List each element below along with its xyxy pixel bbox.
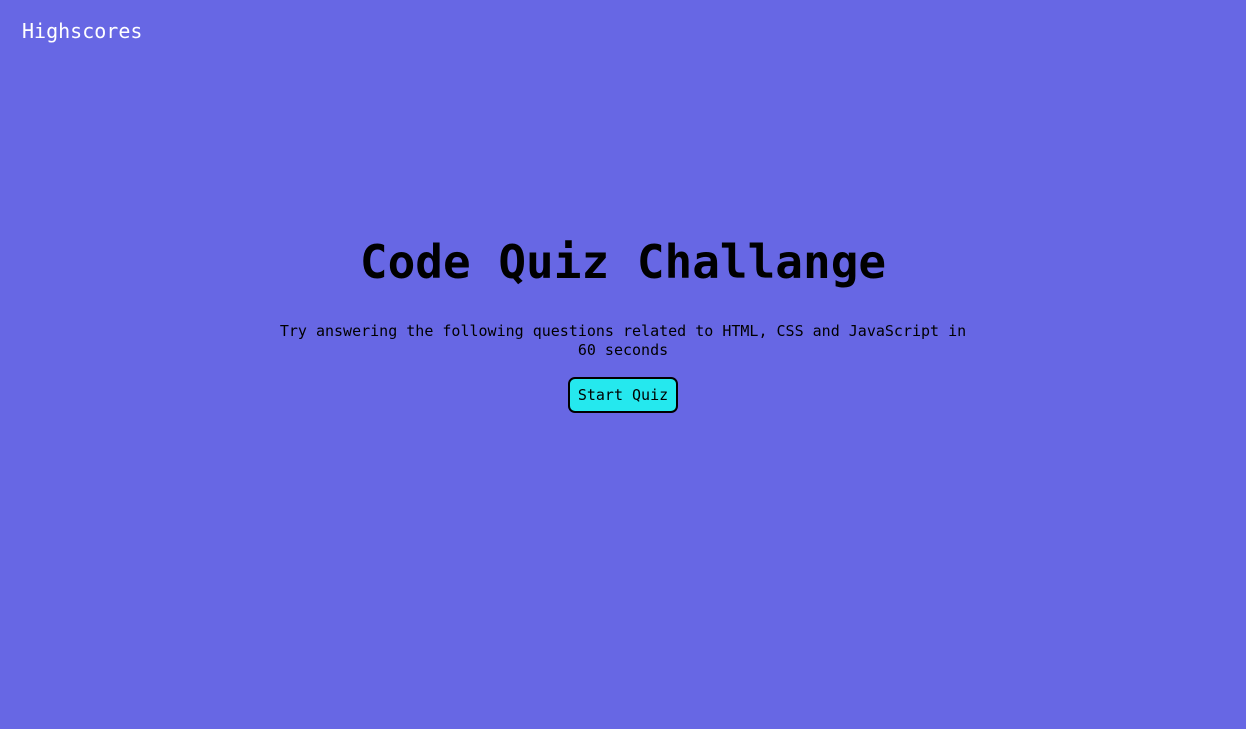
- start-quiz-button[interactable]: Start Quiz: [567, 377, 679, 413]
- quiz-start-page: Highscores Code Quiz Challange Try answe…: [0, 0, 1246, 729]
- page-title: Code Quiz Challange: [359, 235, 887, 289]
- intro-section: Code Quiz Challange Try answering the fo…: [0, 232, 1246, 413]
- quiz-description: Try answering the following questions re…: [279, 322, 967, 359]
- highscores-link[interactable]: Highscores: [22, 18, 142, 44]
